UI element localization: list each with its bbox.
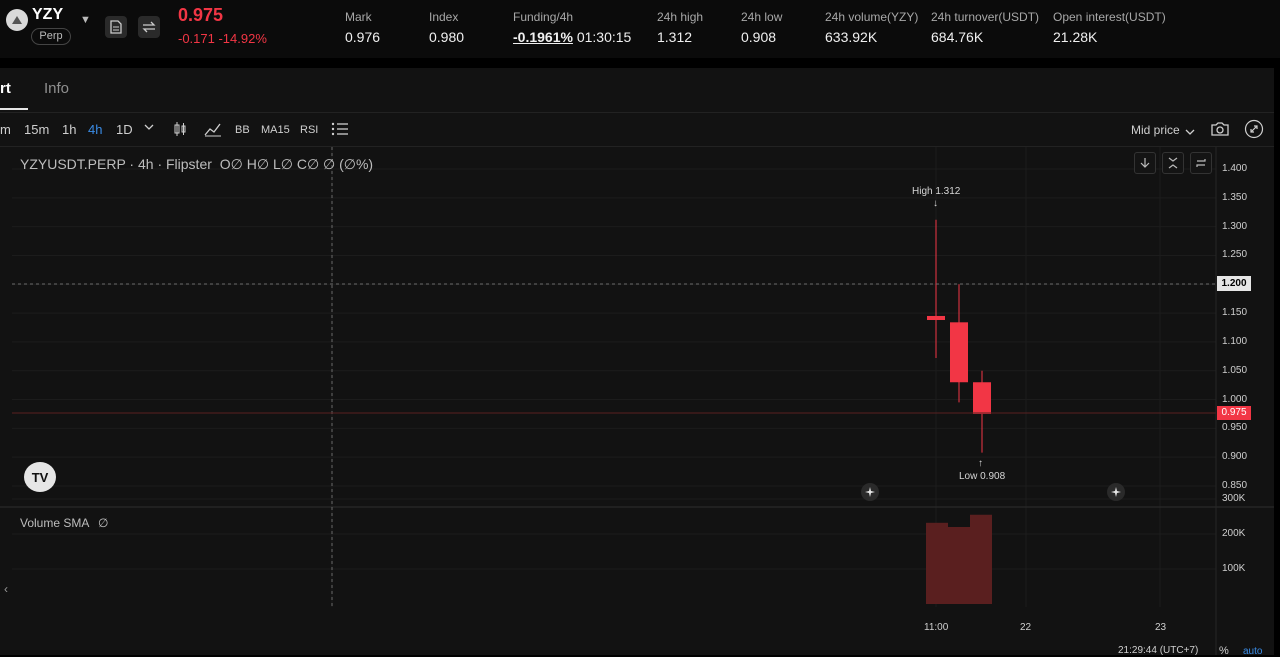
tab-info[interactable]: Info — [44, 80, 69, 97]
price-tick-label: 1.000 — [1222, 393, 1248, 405]
volume-legend-label: Volume SMA — [20, 516, 89, 530]
candle-body — [927, 315, 945, 321]
legend-ohlc: O∅ H∅ L∅ C∅ ∅ (∅%) — [219, 156, 374, 172]
price-tick-label: 0.900 — [1222, 451, 1248, 463]
list-settings-icon[interactable] — [330, 119, 350, 139]
interval-1d[interactable]: 1D — [116, 122, 133, 137]
price-tick-label: 1.350 — [1222, 191, 1248, 203]
price-tick-label: 1.400 — [1222, 163, 1248, 174]
candles — [927, 219, 991, 453]
time-tick-label: 11:00 — [924, 622, 949, 633]
auto-scale-toggle[interactable]: auto — [1243, 646, 1262, 657]
stat-index-label: Index — [429, 10, 459, 24]
interval-4h[interactable]: 4h — [88, 122, 102, 137]
volume-bar — [948, 527, 970, 604]
last-price-tag: 0.975 — [1217, 406, 1251, 420]
stat-24h-low-label: 24h low — [741, 10, 783, 24]
contract-type-badge: Perp — [31, 28, 71, 45]
stat-open-interest-label: Open interest(USDT) — [1053, 10, 1166, 24]
indicators-chart-icon[interactable] — [203, 119, 223, 139]
reset-icon[interactable] — [1190, 152, 1212, 174]
volume-bars — [926, 514, 992, 604]
collapse-icon[interactable] — [1162, 152, 1184, 174]
tab-chart[interactable]: rt — [0, 80, 11, 97]
percent-scale-toggle[interactable]: % — [1219, 645, 1229, 657]
indicator-ma15[interactable]: MA15 — [261, 124, 290, 136]
candle-body — [950, 322, 968, 383]
price-tick-label: 1.050 — [1222, 364, 1248, 376]
stat-mark-label: Mark — [345, 10, 372, 24]
sparkle-marker-icon[interactable] — [861, 483, 879, 501]
indicator-bb[interactable]: BB — [235, 124, 250, 136]
price-source-chevron-icon[interactable] — [1185, 124, 1195, 142]
volume-legend: Volume SMA ∅ — [20, 516, 109, 530]
camera-icon[interactable] — [1210, 119, 1230, 139]
symbol-name[interactable]: YZY — [32, 6, 63, 24]
symbol-dropdown-chevron-icon[interactable]: ▼ — [80, 14, 91, 26]
swap-icon[interactable] — [138, 16, 160, 38]
low-annotation: Low 0.908 — [959, 471, 1006, 482]
coin-logo-icon — [6, 9, 28, 31]
price-change: -0.171 -14.92% — [178, 31, 267, 46]
tradingview-logo[interactable]: TV — [24, 462, 56, 492]
interval-minute[interactable]: m — [0, 122, 11, 137]
ticker-header: YZY Perp ▼ 0.975 -0.171 -14.92% Mark 0.9… — [0, 0, 1280, 58]
stat-24h-high-value: 1.312 — [657, 29, 693, 45]
price-tick-label: 1.100 — [1222, 335, 1248, 347]
price-tick-label: 1.300 — [1222, 220, 1248, 232]
indicator-rsi[interactable]: RSI — [300, 124, 318, 136]
funding-rate[interactable]: -0.1961% — [513, 29, 573, 45]
last-price: 0.975 — [178, 5, 224, 25]
stat-24h-volume-value: 633.92K — [825, 29, 878, 45]
stat-24h-low-value: 0.908 — [741, 29, 777, 45]
time-tick-label: 22 — [1020, 622, 1032, 633]
volume-tick-label: 100K — [1222, 563, 1246, 574]
time-tick-label: 23 — [1155, 622, 1167, 633]
stat-24h-turnover-value: 684.76K — [931, 29, 984, 45]
fullscreen-icon[interactable] — [1244, 119, 1264, 139]
stat-24h-volume-label: 24h volume(YZY) — [825, 10, 919, 24]
price-tick-label: 0.850 — [1222, 480, 1248, 491]
volume-tick-label: 200K — [1222, 528, 1246, 539]
volume-legend-value: ∅ — [98, 516, 109, 530]
collapse-sidebar-icon[interactable]: ‹ — [4, 582, 8, 596]
stat-24h-high-label: 24h high — [657, 10, 704, 24]
stat-24h-turnover-label: 24h turnover(USDT) — [931, 10, 1040, 24]
tabs-divider — [0, 112, 1274, 113]
interval-1h[interactable]: 1h — [62, 122, 76, 137]
document-icon[interactable] — [105, 16, 127, 38]
candle-body — [973, 382, 991, 414]
crosshair-price-label: 1.200 — [1217, 276, 1251, 291]
price-tick-label: 0.950 — [1222, 422, 1248, 434]
stat-open-interest-value: 21.28K — [1053, 29, 1098, 45]
chart-clock: 21:29:44 (UTC+7) — [1118, 645, 1199, 656]
interval-dropdown-chevron-icon[interactable] — [144, 120, 154, 135]
volume-tick-label: 300K — [1222, 493, 1246, 504]
stat-funding-label: Funding/4h — [513, 10, 574, 24]
chart-grid — [12, 147, 1216, 607]
scroll-down-icon[interactable] — [1134, 152, 1156, 174]
high-arrow-icon: ↓ — [933, 198, 938, 209]
candle-type-icon[interactable] — [170, 119, 190, 139]
volume-bar — [926, 522, 948, 604]
low-arrow-icon: ↑ — [978, 458, 983, 469]
chart-legend: YZYUSDT.PERP · 4h · Flipster O∅ H∅ L∅ C∅… — [20, 156, 373, 173]
funding-countdown: 01:30:15 — [576, 29, 632, 45]
interval-15m[interactable]: 15m — [24, 122, 49, 137]
stat-index-value: 0.980 — [429, 29, 465, 45]
legend-symbol: YZYUSDT.PERP · 4h · Flipster — [20, 156, 212, 172]
price-source-select[interactable]: Mid price — [1131, 123, 1180, 137]
price-tick-label: 1.150 — [1222, 307, 1248, 319]
stat-mark-value: 0.976 — [345, 29, 381, 45]
chart-panel: rt Info m 15m 1h 4h 1D BB MA15 RSI Mid p… — [0, 68, 1274, 657]
high-annotation: High 1.312 — [912, 186, 961, 197]
stat-funding-value: -0.1961% 01:30:15 — [513, 29, 631, 45]
sparkle-marker-icon[interactable] — [1107, 483, 1125, 501]
price-tick-label: 1.250 — [1222, 249, 1248, 261]
volume-bar — [970, 514, 992, 604]
price-chart[interactable] — [0, 147, 1274, 655]
active-tab-underline — [0, 108, 28, 110]
